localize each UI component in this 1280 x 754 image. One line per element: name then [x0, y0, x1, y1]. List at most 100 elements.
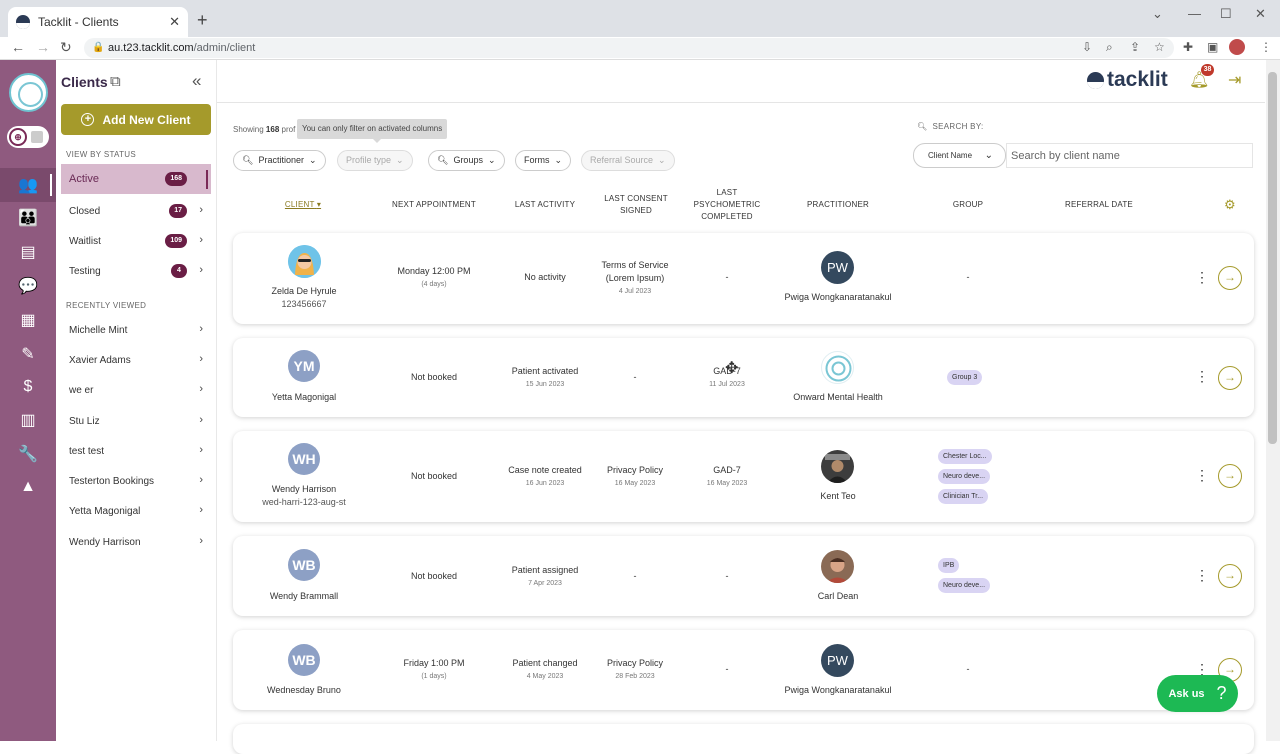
open-client-arrow-icon[interactable]: →	[1218, 564, 1242, 588]
tacklit-logo[interactable]: tacklit	[1087, 68, 1168, 92]
more-options-icon[interactable]: ⋮	[1195, 467, 1209, 484]
analytics-nav-icon[interactable]: ▲	[0, 470, 56, 504]
billing-nav-icon[interactable]: $	[0, 370, 56, 404]
last-activity-date: 7 Apr 2023	[528, 580, 562, 587]
more-options-icon[interactable]: ⋮	[1195, 368, 1209, 385]
client-row[interactable]: Zelda De Hyrule 123456667 Monday 12:00 P…	[233, 233, 1254, 324]
open-client-arrow-icon[interactable]: →	[1218, 266, 1242, 290]
profile-type-filter-button[interactable]: Profile type ⌄	[337, 150, 413, 171]
referral-source-filter-button[interactable]: Referral Source ⌄	[581, 150, 675, 171]
clients-nav-icon[interactable]: 👥	[0, 168, 56, 202]
mode-switch[interactable]: ⊕	[7, 126, 49, 148]
status-count-badge: 4	[171, 264, 187, 278]
showing-count: 168	[265, 125, 280, 134]
notes-nav-icon[interactable]: ✎	[0, 337, 56, 371]
bookmark-star-icon[interactable]: ☆	[1154, 40, 1165, 54]
last-consent: Privacy Policy	[606, 658, 663, 668]
client-id: 123456667	[281, 299, 327, 309]
minimize-icon[interactable]: —	[1188, 6, 1201, 21]
recent-client-item[interactable]: Xavier Adams ›	[61, 345, 211, 375]
install-icon[interactable]: ⇩	[1082, 40, 1092, 54]
maximize-icon[interactable]: ☐	[1220, 6, 1232, 22]
tab-search-icon[interactable]: ⌄	[1152, 6, 1163, 22]
messages-nav-icon[interactable]: 💬	[0, 269, 56, 303]
back-icon[interactable]: ←	[11, 39, 25, 55]
recent-client-item[interactable]: Stu Liz ›	[61, 406, 211, 436]
open-client-arrow-icon[interactable]: →	[1218, 464, 1242, 488]
extensions-icon[interactable]: ✚	[1183, 40, 1193, 54]
next-appointment-cell: Not booked	[384, 570, 484, 583]
practitioner-name: Kent Teo	[820, 491, 856, 501]
client-row[interactable]: YM Yetta Magonigal Not booked Patient ac…	[233, 338, 1254, 417]
recent-client-item[interactable]: Testerton Bookings ›	[61, 466, 211, 496]
chevron-right-icon: ›	[199, 234, 203, 246]
client-row[interactable]: WH Wendy Harrison wed-harri-123-aug-st N…	[233, 431, 1254, 522]
status-label: Testing	[69, 265, 101, 277]
column-header-next-appointment: NEXT APPOINTMENT	[392, 200, 476, 209]
contacts-nav-icon[interactable]: ▤	[0, 235, 56, 269]
close-tab-icon[interactable]: ✕	[169, 14, 180, 30]
sidepanel-icon[interactable]: ▣	[1207, 40, 1218, 54]
forms-filter-button[interactable]: Forms ⌄	[515, 150, 572, 171]
url-field[interactable]: 🔒 au.t23.tacklit.com/admin/client	[84, 38, 1174, 58]
status-item-testing[interactable]: Testing 4 ›	[61, 256, 211, 286]
more-options-icon[interactable]: ⋮	[1195, 567, 1209, 584]
groups-filter-button[interactable]: 🔍︎ Groups ⌄	[428, 150, 505, 171]
close-window-icon[interactable]: ✕	[1255, 6, 1266, 22]
status-count-badge: 109	[165, 234, 187, 248]
client-search-input[interactable]	[1006, 143, 1253, 168]
chevron-down-icon: ⌄	[658, 155, 666, 165]
search-by-select[interactable]: Client Name ⌄	[913, 143, 1006, 168]
forward-icon[interactable]: →	[36, 39, 50, 55]
column-header-client[interactable]: CLIENT ▾	[278, 199, 328, 211]
collapse-sidebar-icon[interactable]: «	[192, 71, 201, 91]
client-row[interactable]: WB Wendy Brammall Not booked Patient ass…	[233, 536, 1254, 616]
recent-client-item[interactable]: Yetta Magonigal ›	[61, 496, 211, 526]
chevron-right-icon: ›	[199, 444, 203, 456]
last-consent: Privacy Policy	[606, 465, 663, 475]
client-avatar: WH	[288, 443, 320, 475]
browser-tab[interactable]: Tacklit - Clients ✕	[8, 7, 188, 37]
share-icon[interactable]: ⇪	[1130, 40, 1140, 54]
last-psychometric-cell: -	[687, 663, 767, 676]
chevron-right-icon: ›	[199, 353, 203, 365]
practitioner-filter-button[interactable]: 🔍︎ Practitioner ⌄	[233, 150, 326, 171]
practice-logo[interactable]	[9, 73, 48, 112]
open-client-arrow-icon[interactable]: →	[1218, 366, 1242, 390]
profile-avatar[interactable]	[1229, 39, 1245, 55]
client-name-cell: Zelda De Hyrule 123456667	[224, 285, 384, 311]
tools-nav-icon[interactable]: 🔧	[0, 437, 56, 471]
last-psychometric: -	[725, 664, 729, 674]
status-item-waitlist[interactable]: Waitlist 109 ›	[61, 226, 211, 256]
groups-nav-icon[interactable]: 👪	[0, 201, 56, 235]
status-count-badge: 17	[169, 204, 187, 218]
status-label: Waitlist	[69, 235, 101, 247]
scrollbar-thumb[interactable]	[1268, 72, 1277, 444]
recent-client-item[interactable]: Wendy Harrison ›	[61, 527, 211, 557]
reload-icon[interactable]: ↻	[60, 39, 72, 56]
client-name-cell: Wendy Brammall	[224, 590, 384, 603]
ask-us-help-button[interactable]: Ask us ?	[1157, 675, 1238, 712]
recent-client-item[interactable]: we er ›	[61, 375, 211, 405]
gear-icon[interactable]: ⚙	[1224, 197, 1236, 213]
recent-client-item[interactable]: Michelle Mint ›	[61, 315, 211, 345]
logout-icon[interactable]: ⇥	[1228, 70, 1241, 90]
more-options-icon[interactable]: ⋮	[1195, 269, 1209, 286]
zoom-icon[interactable]: ⌕	[1106, 40, 1113, 55]
calendar-nav-icon[interactable]: ▦	[0, 303, 56, 337]
browser-menu-icon[interactable]: ⋮	[1260, 40, 1272, 54]
reports-nav-icon[interactable]: ▥	[0, 403, 56, 437]
recent-client-name: Xavier Adams	[69, 354, 131, 366]
chevron-down-icon: ⌄	[396, 155, 404, 165]
last-consent-date: 4 Jul 2023	[618, 288, 652, 295]
status-item-closed[interactable]: Closed 17 ›	[61, 196, 211, 226]
status-item-active[interactable]: Active 168	[61, 164, 211, 194]
recent-client-item[interactable]: test test ›	[61, 436, 211, 466]
new-tab-icon[interactable]: +	[197, 10, 208, 31]
last-consent-cell: Privacy Policy 16 May 2023	[595, 464, 675, 490]
add-new-client-button[interactable]: + Add New Client	[61, 104, 211, 135]
client-row[interactable]: WB Wednesday Bruno Friday 1:00 PM (1 days…	[233, 630, 1254, 710]
copy-icon[interactable]: ⧉	[110, 73, 121, 90]
client-row[interactable]	[233, 724, 1254, 754]
mode-switch-alt-icon	[31, 131, 43, 143]
